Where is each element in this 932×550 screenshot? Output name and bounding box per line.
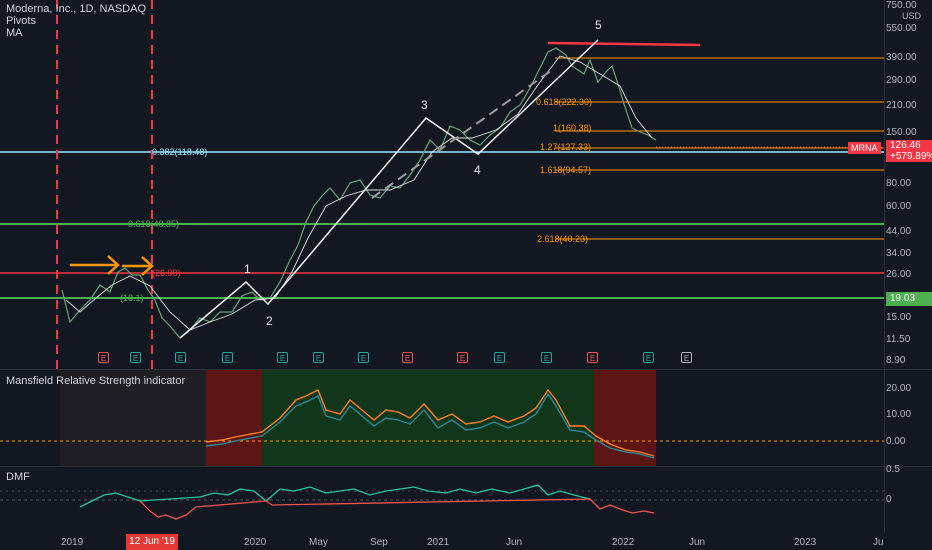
dmf-indicator-chart[interactable] bbox=[0, 467, 884, 533]
earnings-badge[interactable]: E bbox=[457, 352, 468, 363]
earnings-badge[interactable]: E bbox=[175, 352, 186, 363]
current-price-label: 126.46 bbox=[886, 140, 932, 151]
time-tick: Jun bbox=[689, 537, 706, 548]
price-axis-border bbox=[884, 0, 885, 533]
currency-label: USD bbox=[902, 11, 922, 21]
fib-label-0618: 0.618(222.30) bbox=[536, 97, 593, 107]
earnings-badge[interactable]: E bbox=[643, 352, 654, 363]
price-tick: 210.00 bbox=[886, 100, 917, 111]
earnings-badge[interactable]: E bbox=[681, 352, 692, 363]
wave-label-1: 1 bbox=[244, 262, 251, 276]
price-tick: 60.00 bbox=[886, 201, 912, 212]
symbol-title[interactable]: Moderna, Inc., 1D, NASDAQ bbox=[6, 3, 146, 15]
price-tick: 26.00 bbox=[886, 269, 912, 280]
earnings-badge[interactable]: E bbox=[587, 352, 598, 363]
fib-label-2618: 2.618(40.23) bbox=[537, 234, 589, 244]
price-tick: 750.00 bbox=[886, 0, 917, 11]
time-tick: Jun bbox=[506, 537, 523, 548]
earnings-badge[interactable]: E bbox=[313, 352, 324, 363]
price-tick: 80.00 bbox=[886, 178, 912, 189]
dmf-tick: 0 bbox=[886, 494, 892, 505]
rs-panel-title[interactable]: Mansfield Relative Strength indicator bbox=[6, 375, 185, 387]
price-tick: 290.00 bbox=[886, 75, 917, 86]
price-change-label: +579.89% bbox=[886, 151, 932, 162]
pivots-indicator-label[interactable]: Pivots bbox=[6, 15, 146, 27]
top-red-trendline bbox=[547, 41, 701, 47]
wave-label-2: 2 bbox=[266, 314, 273, 328]
rs-tick: 0.00 bbox=[886, 436, 906, 447]
price-tick: 150.00 bbox=[886, 127, 917, 138]
time-tick: 2020 bbox=[244, 537, 267, 548]
fib-label-0382: 0.382(118.48) bbox=[152, 147, 208, 157]
dmf-line-red bbox=[139, 498, 655, 520]
price-tick: 34.00 bbox=[886, 248, 912, 259]
chart-legend: Moderna, Inc., 1D, NASDAQ Pivots MA bbox=[6, 3, 146, 39]
earnings-badge[interactable]: E bbox=[277, 352, 288, 363]
fib-label-red: (26.00) bbox=[152, 268, 181, 278]
fib-label-127: 1.27(127.33) bbox=[540, 142, 592, 152]
dmf-tick: 0.5 bbox=[886, 464, 900, 475]
time-tick: 2021 bbox=[427, 537, 450, 548]
green-level-price-label: 19.03 bbox=[886, 292, 932, 306]
time-tick: May bbox=[309, 537, 328, 548]
time-tick: Sep bbox=[370, 537, 388, 548]
wave-label-4: 4 bbox=[474, 163, 481, 177]
price-tick: 390.00 bbox=[886, 52, 917, 63]
wave-label-3: 3 bbox=[421, 98, 428, 112]
fib-label-1: 1(160.38) bbox=[553, 123, 592, 133]
time-tick: 2023 bbox=[794, 537, 817, 548]
time-tick: 2019 bbox=[61, 537, 84, 548]
rs-tick: 10.00 bbox=[886, 409, 912, 420]
fib-label-0618-green: 0.618(48.85) bbox=[128, 219, 180, 229]
earnings-badge[interactable]: E bbox=[130, 352, 141, 363]
price-tick: 8.90 bbox=[886, 355, 906, 366]
wave-label-5: 5 bbox=[595, 18, 602, 32]
price-tick: 11.50 bbox=[886, 334, 911, 345]
price-tick: 15.00 bbox=[886, 312, 912, 323]
dmf-panel-title[interactable]: DMF bbox=[6, 471, 30, 483]
earnings-badge[interactable]: E bbox=[402, 352, 413, 363]
wave-channel-dashed bbox=[371, 69, 553, 199]
selected-date-tag: 12 Jun '19 bbox=[126, 534, 178, 550]
fib-lines bbox=[555, 57, 884, 240]
price-chart[interactable] bbox=[0, 0, 884, 370]
price-tick: 550.00 bbox=[886, 23, 917, 34]
earnings-badge[interactable]: E bbox=[494, 352, 505, 363]
rs-tick: 20.00 bbox=[886, 383, 912, 394]
earnings-badge[interactable]: E bbox=[222, 352, 233, 363]
ticker-tag: MRNA bbox=[848, 142, 881, 154]
time-tick: 2022 bbox=[612, 537, 635, 548]
earnings-badge[interactable]: E bbox=[358, 352, 369, 363]
elliott-wave bbox=[179, 39, 599, 339]
fib-label-1618: 1.618(94.57) bbox=[540, 165, 592, 175]
earnings-badge[interactable]: E bbox=[541, 352, 552, 363]
earnings-badge[interactable]: E bbox=[98, 352, 109, 363]
time-tick: Ju bbox=[873, 537, 884, 548]
price-tick: 44.00 bbox=[886, 226, 912, 237]
orange-arrows bbox=[70, 255, 154, 276]
fib-label-green-lower: (18.1) bbox=[120, 293, 144, 303]
ma-indicator-label[interactable]: MA bbox=[6, 27, 146, 39]
